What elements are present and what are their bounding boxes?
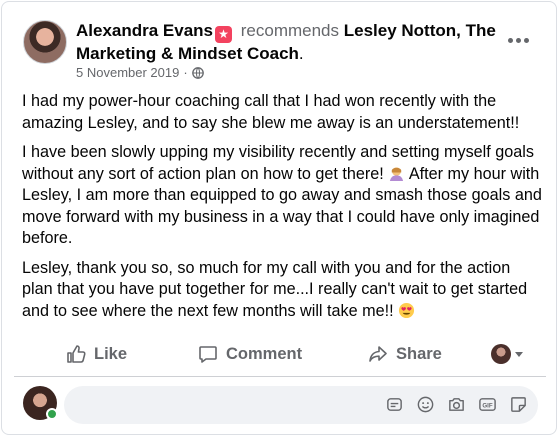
- divider: [14, 376, 546, 377]
- post-header: Alexandra Evans ★ recommends Lesley Notto…: [76, 20, 496, 65]
- share-arrow-icon: [369, 346, 387, 362]
- profile-avatar: [491, 344, 511, 364]
- sticker-icon[interactable]: [509, 395, 528, 414]
- react-as-selector[interactable]: [491, 336, 523, 372]
- more-options-button[interactable]: [502, 26, 534, 54]
- paragraph: I had my power-hour coaching call that I…: [22, 92, 520, 132]
- dot-icon: [523, 37, 529, 43]
- author-avatar[interactable]: [23, 20, 67, 64]
- header-period: .: [298, 44, 304, 63]
- post-card: Alexandra Evans ★ recommends Lesley Notto…: [1, 1, 557, 435]
- post-meta: 5 November 2019 ·: [76, 65, 204, 80]
- comment-label: Comment: [226, 344, 303, 363]
- thumbs-up-icon: [67, 345, 86, 363]
- meta-separator: ·: [183, 65, 188, 80]
- author-name[interactable]: Alexandra Evans: [76, 21, 213, 40]
- post-actions: Like Comment Share: [10, 336, 550, 372]
- woman-shrugging-emoji-icon: [390, 166, 404, 181]
- chevron-down-icon: [515, 351, 523, 357]
- like-button[interactable]: Like: [66, 336, 127, 372]
- comment-button[interactable]: Comment: [198, 336, 302, 372]
- comment-input[interactable]: GIF: [64, 386, 538, 424]
- recommends-text: recommends: [240, 21, 340, 40]
- svg-text:GIF: GIF: [482, 402, 492, 409]
- heart-eyes-emoji-icon: [399, 302, 415, 318]
- gif-icon[interactable]: GIF: [478, 395, 497, 414]
- post-text: I had my power-hour coaching call that I…: [22, 91, 542, 330]
- smiley-icon[interactable]: [416, 395, 435, 414]
- composer-icons: GIF: [385, 395, 528, 414]
- sticker-outline-icon[interactable]: [385, 395, 404, 414]
- online-status-icon: [46, 408, 58, 420]
- comment-bubble-icon: [199, 346, 217, 363]
- post-date[interactable]: 5 November 2019: [76, 65, 179, 80]
- dot-icon: [515, 37, 521, 43]
- like-label: Like: [94, 344, 128, 363]
- recommendation-icon: ★: [215, 26, 233, 43]
- share-label: Share: [396, 344, 442, 363]
- paragraph: Lesley, thank you so, so much for my cal…: [22, 258, 528, 320]
- camera-icon[interactable]: [447, 395, 466, 414]
- paragraph: I have been slowly upping my visibility …: [22, 143, 542, 247]
- share-button[interactable]: Share: [368, 336, 442, 372]
- globe-icon: [191, 66, 204, 79]
- dot-icon: [507, 37, 513, 43]
